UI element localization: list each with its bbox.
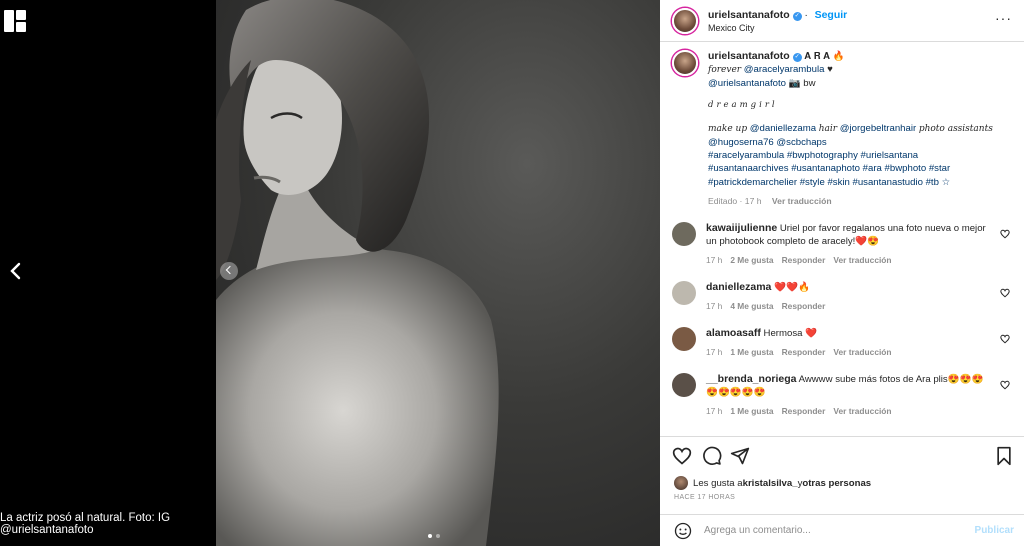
comment-like-icon[interactable] <box>1000 229 1010 239</box>
previous-photo-button[interactable] <box>220 262 238 280</box>
post-location[interactable]: Mexico City <box>708 23 847 33</box>
commenter-avatar[interactable] <box>672 327 696 352</box>
heart-emoji: ♥ <box>827 64 833 76</box>
mention-link[interactable]: @aracelyarambula <box>744 64 825 75</box>
liker-avatar[interactable] <box>674 476 688 490</box>
comment-item: kawaiijulienne Uriel por favor regalanos… <box>672 222 1012 267</box>
reply-button[interactable]: Responder <box>782 347 826 357</box>
comment-time: 17 h <box>706 347 723 358</box>
follow-button[interactable]: Seguir <box>815 9 848 21</box>
edited-timestamp: Editado · 17 h <box>708 195 762 206</box>
author-username[interactable]: urielsantanafoto <box>708 9 790 21</box>
other-likers-link[interactable]: otras personas <box>802 478 871 489</box>
caption-text: dreamgirl <box>708 99 778 110</box>
caption-text: hair <box>818 123 838 134</box>
commenter-username[interactable]: alamoasaff <box>706 327 761 339</box>
publish-button[interactable]: Publicar <box>975 525 1014 536</box>
hashtag-link[interactable]: #patrickdemarchelier #style #skin #usant… <box>708 176 993 189</box>
caption-author-avatar[interactable] <box>672 50 698 76</box>
caption-text: photo assistants <box>918 123 993 134</box>
comment-like-icon[interactable] <box>1000 380 1010 390</box>
commenter-username[interactable]: kawaiijulienne <box>706 222 777 234</box>
post-header: urielsantanafoto ✓ · Seguir Mexico City ·… <box>660 0 1024 42</box>
commenter-avatar[interactable] <box>672 222 696 247</box>
comment-input[interactable] <box>704 525 954 536</box>
see-translation-button[interactable]: Ver traducción <box>833 347 891 357</box>
share-icon[interactable] <box>730 446 750 466</box>
comment-likes[interactable]: 1 Me gusta <box>730 406 773 416</box>
caption-title: 𝐀 𝐑 𝐀 🔥 <box>804 51 845 62</box>
comment-like-icon[interactable] <box>1000 288 1010 298</box>
see-translation-button[interactable]: Ver traducción <box>833 255 891 265</box>
commenter-avatar[interactable] <box>672 281 696 306</box>
caption-text: forever <box>708 65 742 76</box>
post-side-panel: urielsantanafoto ✓ · Seguir Mexico City ·… <box>660 0 1024 546</box>
post-photo[interactable] <box>216 0 660 546</box>
photo-caption: La actriz posó al natural. Foto: IG @uri… <box>0 512 171 536</box>
comment-time: 17 h <box>706 255 723 266</box>
like-heart-icon[interactable] <box>672 446 692 466</box>
gallery-grid-icon[interactable] <box>4 10 26 32</box>
comment-time: 17 h <box>706 301 723 312</box>
comment-text: Hermosa ❤️ <box>763 328 818 340</box>
comments-scroll-area[interactable]: urielsantanafoto ✓ 𝐀 𝐑 𝐀 🔥 forever @arace… <box>660 42 1024 434</box>
instagram-post-screenshot: La actriz posó al natural. Foto: IG @uri… <box>0 0 1024 546</box>
see-translation-button[interactable]: Ver traducción <box>833 406 891 416</box>
comments-list: kawaiijulienne Uriel por favor regalanos… <box>672 222 1012 418</box>
comment-time: 17 h <box>706 406 723 417</box>
liker-username[interactable]: kristalsilva_ <box>743 478 798 489</box>
comment-icon[interactable] <box>702 446 722 466</box>
mention-link[interactable]: @daniellezama <box>750 123 816 134</box>
mention-link[interactable]: @jorgebeltranhair <box>840 123 916 134</box>
author-avatar[interactable] <box>672 7 698 34</box>
comment-likes[interactable]: 4 Me gusta <box>730 301 773 311</box>
reply-button[interactable]: Responder <box>782 255 826 265</box>
verified-icon: ✓ <box>792 11 802 21</box>
save-bookmark-icon[interactable] <box>994 446 1014 466</box>
commenter-username[interactable]: __brenda_noriega <box>706 373 796 385</box>
comment-text: ❤️❤️🔥 <box>774 282 810 294</box>
commenter-avatar[interactable] <box>672 373 696 398</box>
hashtag-link[interactable]: #usantanaarchives #usantanaphoto #ara #b… <box>708 162 993 175</box>
comment-item: __brenda_noriega Awwww sube más fotos de… <box>672 373 1012 418</box>
caption-text: 📷 bw <box>788 78 816 90</box>
comment-likes[interactable]: 1 Me gusta <box>730 347 773 357</box>
comment-like-icon[interactable] <box>1000 334 1010 344</box>
emoji-icon[interactable] <box>674 522 692 540</box>
caption-text: make up <box>708 123 748 134</box>
more-options-icon[interactable]: ··· <box>995 10 1012 26</box>
mention-link[interactable]: @hugoserna76 @scbchaps <box>708 136 993 149</box>
portrait-illustration <box>216 0 499 546</box>
mention-link[interactable]: @urielsantanafoto <box>708 78 786 89</box>
verified-icon: ✓ <box>792 53 802 62</box>
comment-item: daniellezama ❤️❤️🔥 17 h 4 Me gusta Responde… <box>672 281 1012 313</box>
hashtag-link[interactable]: #aracelyarambula #bwphotography #urielsa… <box>708 149 993 162</box>
chevron-left-icon[interactable] <box>8 262 24 280</box>
caption-username[interactable]: urielsantanafoto <box>708 50 790 62</box>
carousel-dots <box>428 534 440 538</box>
post-age: HACE 17 HORAS <box>674 494 736 501</box>
reply-button[interactable]: Responder <box>782 406 826 416</box>
left-margin: La actriz posó al natural. Foto: IG @uri… <box>0 0 216 546</box>
post-caption: urielsantanafoto ✓ 𝐀 𝐑 𝐀 🔥 forever @arace… <box>672 50 1012 208</box>
comment-likes[interactable]: 2 Me gusta <box>730 255 773 265</box>
commenter-username[interactable]: daniellezama <box>706 281 771 293</box>
reply-button[interactable]: Responder <box>782 301 826 311</box>
see-translation-button[interactable]: Ver traducción <box>772 196 832 206</box>
likes-summary: Les gusta a kristalsilva_ y otras person… <box>674 476 871 490</box>
add-comment-bar: Publicar <box>660 514 1024 546</box>
action-bar <box>660 436 1024 472</box>
comment-item: alamoasaff Hermosa ❤️ 17 h 1 Me gusta Respo… <box>672 327 1012 359</box>
